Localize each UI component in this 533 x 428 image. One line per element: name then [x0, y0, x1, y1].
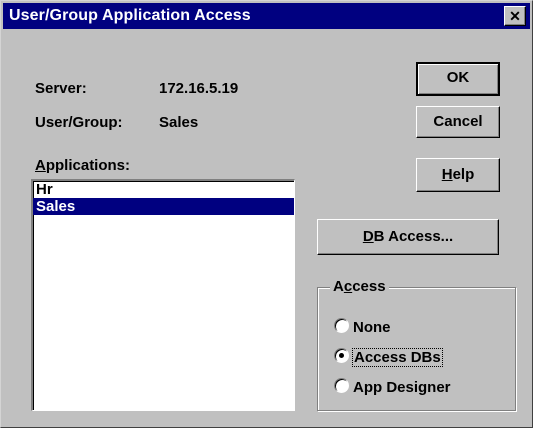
- radio-app-designer[interactable]: App Designer: [334, 378, 451, 396]
- usergroup-value: Sales: [159, 114, 199, 131]
- radio-app-designer-circle-icon[interactable]: [334, 378, 349, 393]
- applications-label: Applications:: [35, 157, 131, 174]
- server-label: Server:: [35, 80, 87, 97]
- ok-button[interactable]: OK: [416, 62, 500, 96]
- user-group-application-access-dialog: User/Group Application Access ✕ Server: …: [0, 0, 533, 428]
- cancel-button[interactable]: Cancel: [416, 106, 500, 138]
- title-bar[interactable]: User/Group Application Access ✕: [3, 3, 530, 29]
- help-button[interactable]: Help: [416, 158, 500, 192]
- close-icon[interactable]: ✕: [504, 6, 526, 26]
- radio-app-designer-label: App Designer: [353, 379, 451, 396]
- list-item-sales[interactable]: Sales: [33, 198, 294, 215]
- radio-access-dbs-circle-icon[interactable]: [334, 348, 349, 363]
- window-title: User/Group Application Access: [9, 7, 251, 24]
- radio-none[interactable]: None: [334, 318, 391, 336]
- list-item-hr[interactable]: Hr: [33, 181, 294, 198]
- radio-access-dbs-label: Access DBs: [352, 348, 443, 367]
- usergroup-label: User/Group:: [35, 114, 123, 131]
- access-groupbox: Access None Access DBs App Designer: [317, 278, 516, 411]
- applications-listbox[interactable]: Hr Sales: [31, 179, 295, 411]
- radio-none-label: None: [353, 319, 391, 336]
- server-value: 172.16.5.19: [159, 80, 239, 97]
- db-access-button[interactable]: DB Access...: [317, 219, 499, 255]
- radio-none-circle-icon[interactable]: [334, 318, 349, 333]
- radio-access-dbs[interactable]: Access DBs: [334, 348, 443, 367]
- access-group-title: Access: [330, 278, 389, 295]
